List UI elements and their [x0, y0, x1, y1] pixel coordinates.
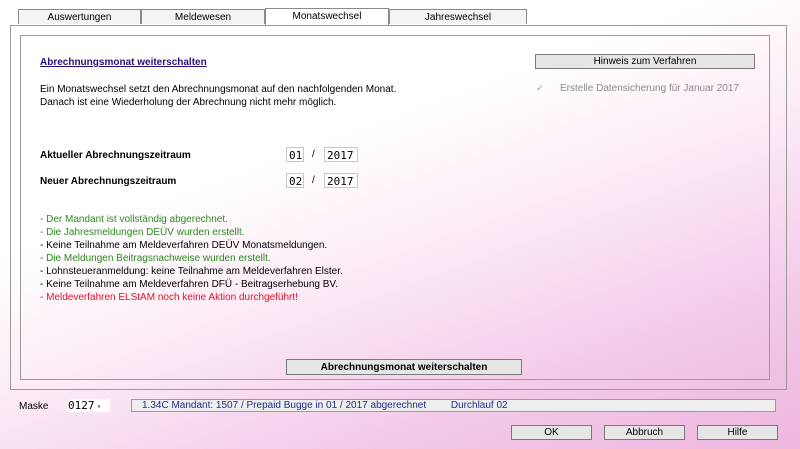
hint-button[interactable]: Hinweis zum Verfahren: [535, 54, 755, 69]
message-item: - Die Jahresmeldungen DEÜV wurden erstel…: [40, 227, 245, 238]
current-period-label: Aktueller Abrechnungszeitraum: [40, 150, 191, 161]
message-item: - Keine Teilnahme am Meldeverfahren DFÜ …: [40, 279, 338, 290]
chevron-down-icon[interactable]: ▾: [97, 402, 102, 411]
message-item: - Lohnsteueranmeldung: keine Teilnahme a…: [40, 266, 343, 277]
tab-auswertungen[interactable]: Auswertungen: [18, 9, 141, 24]
status-text: 1.34C Mandant: 1507 / Prepaid Bugge in 0…: [142, 400, 427, 411]
maske-input[interactable]: 0127 ▾: [68, 399, 110, 412]
backup-checkbox-label: Erstelle Datensicherung für Januar 2017: [560, 83, 739, 94]
tab-monatswechsel[interactable]: Monatswechsel: [265, 8, 389, 25]
status-bar: 1.34C Mandant: 1507 / Prepaid Bugge in 0…: [131, 399, 776, 412]
tab-meldewesen[interactable]: Meldewesen: [141, 9, 265, 24]
description-line-1: Ein Monatswechsel setzt den Abrechnungsm…: [40, 84, 397, 95]
message-item: - Meldeverfahren ELStAM noch keine Aktio…: [40, 292, 298, 303]
current-month-field[interactable]: 01: [286, 147, 304, 162]
description-line-2: Danach ist eine Wiederholung der Abrechn…: [40, 97, 337, 108]
new-year-field[interactable]: 2017: [324, 173, 358, 188]
current-year-field[interactable]: 2017: [324, 147, 358, 162]
cancel-button[interactable]: Abbruch: [604, 425, 685, 440]
new-month-field[interactable]: 02: [286, 173, 304, 188]
help-button[interactable]: Hilfe: [697, 425, 778, 440]
message-item: - Die Meldungen Beitragsnachweise wurden…: [40, 253, 271, 264]
message-list: - Der Mandant ist vollständig abgerechne…: [40, 214, 343, 305]
new-period-separator: /: [312, 175, 315, 186]
section-title: Abrechnungsmonat weiterschalten: [40, 57, 207, 68]
maske-value: 0127: [68, 399, 95, 412]
message-item: - Keine Teilnahme am Meldeverfahren DEÜV…: [40, 240, 328, 251]
advance-month-button[interactable]: Abrechnungsmonat weiterschalten: [286, 359, 522, 375]
backup-checkbox[interactable]: ✓: [536, 84, 545, 93]
ok-button[interactable]: OK: [511, 425, 592, 440]
new-period-label: Neuer Abrechnungszeitraum: [40, 176, 177, 187]
tab-jahreswechsel[interactable]: Jahreswechsel: [389, 9, 527, 24]
status-run: Durchlauf 02: [450, 400, 508, 411]
message-item: - Der Mandant ist vollständig abgerechne…: [40, 214, 228, 225]
current-period-separator: /: [312, 149, 315, 160]
maske-label: Maske: [19, 401, 49, 412]
